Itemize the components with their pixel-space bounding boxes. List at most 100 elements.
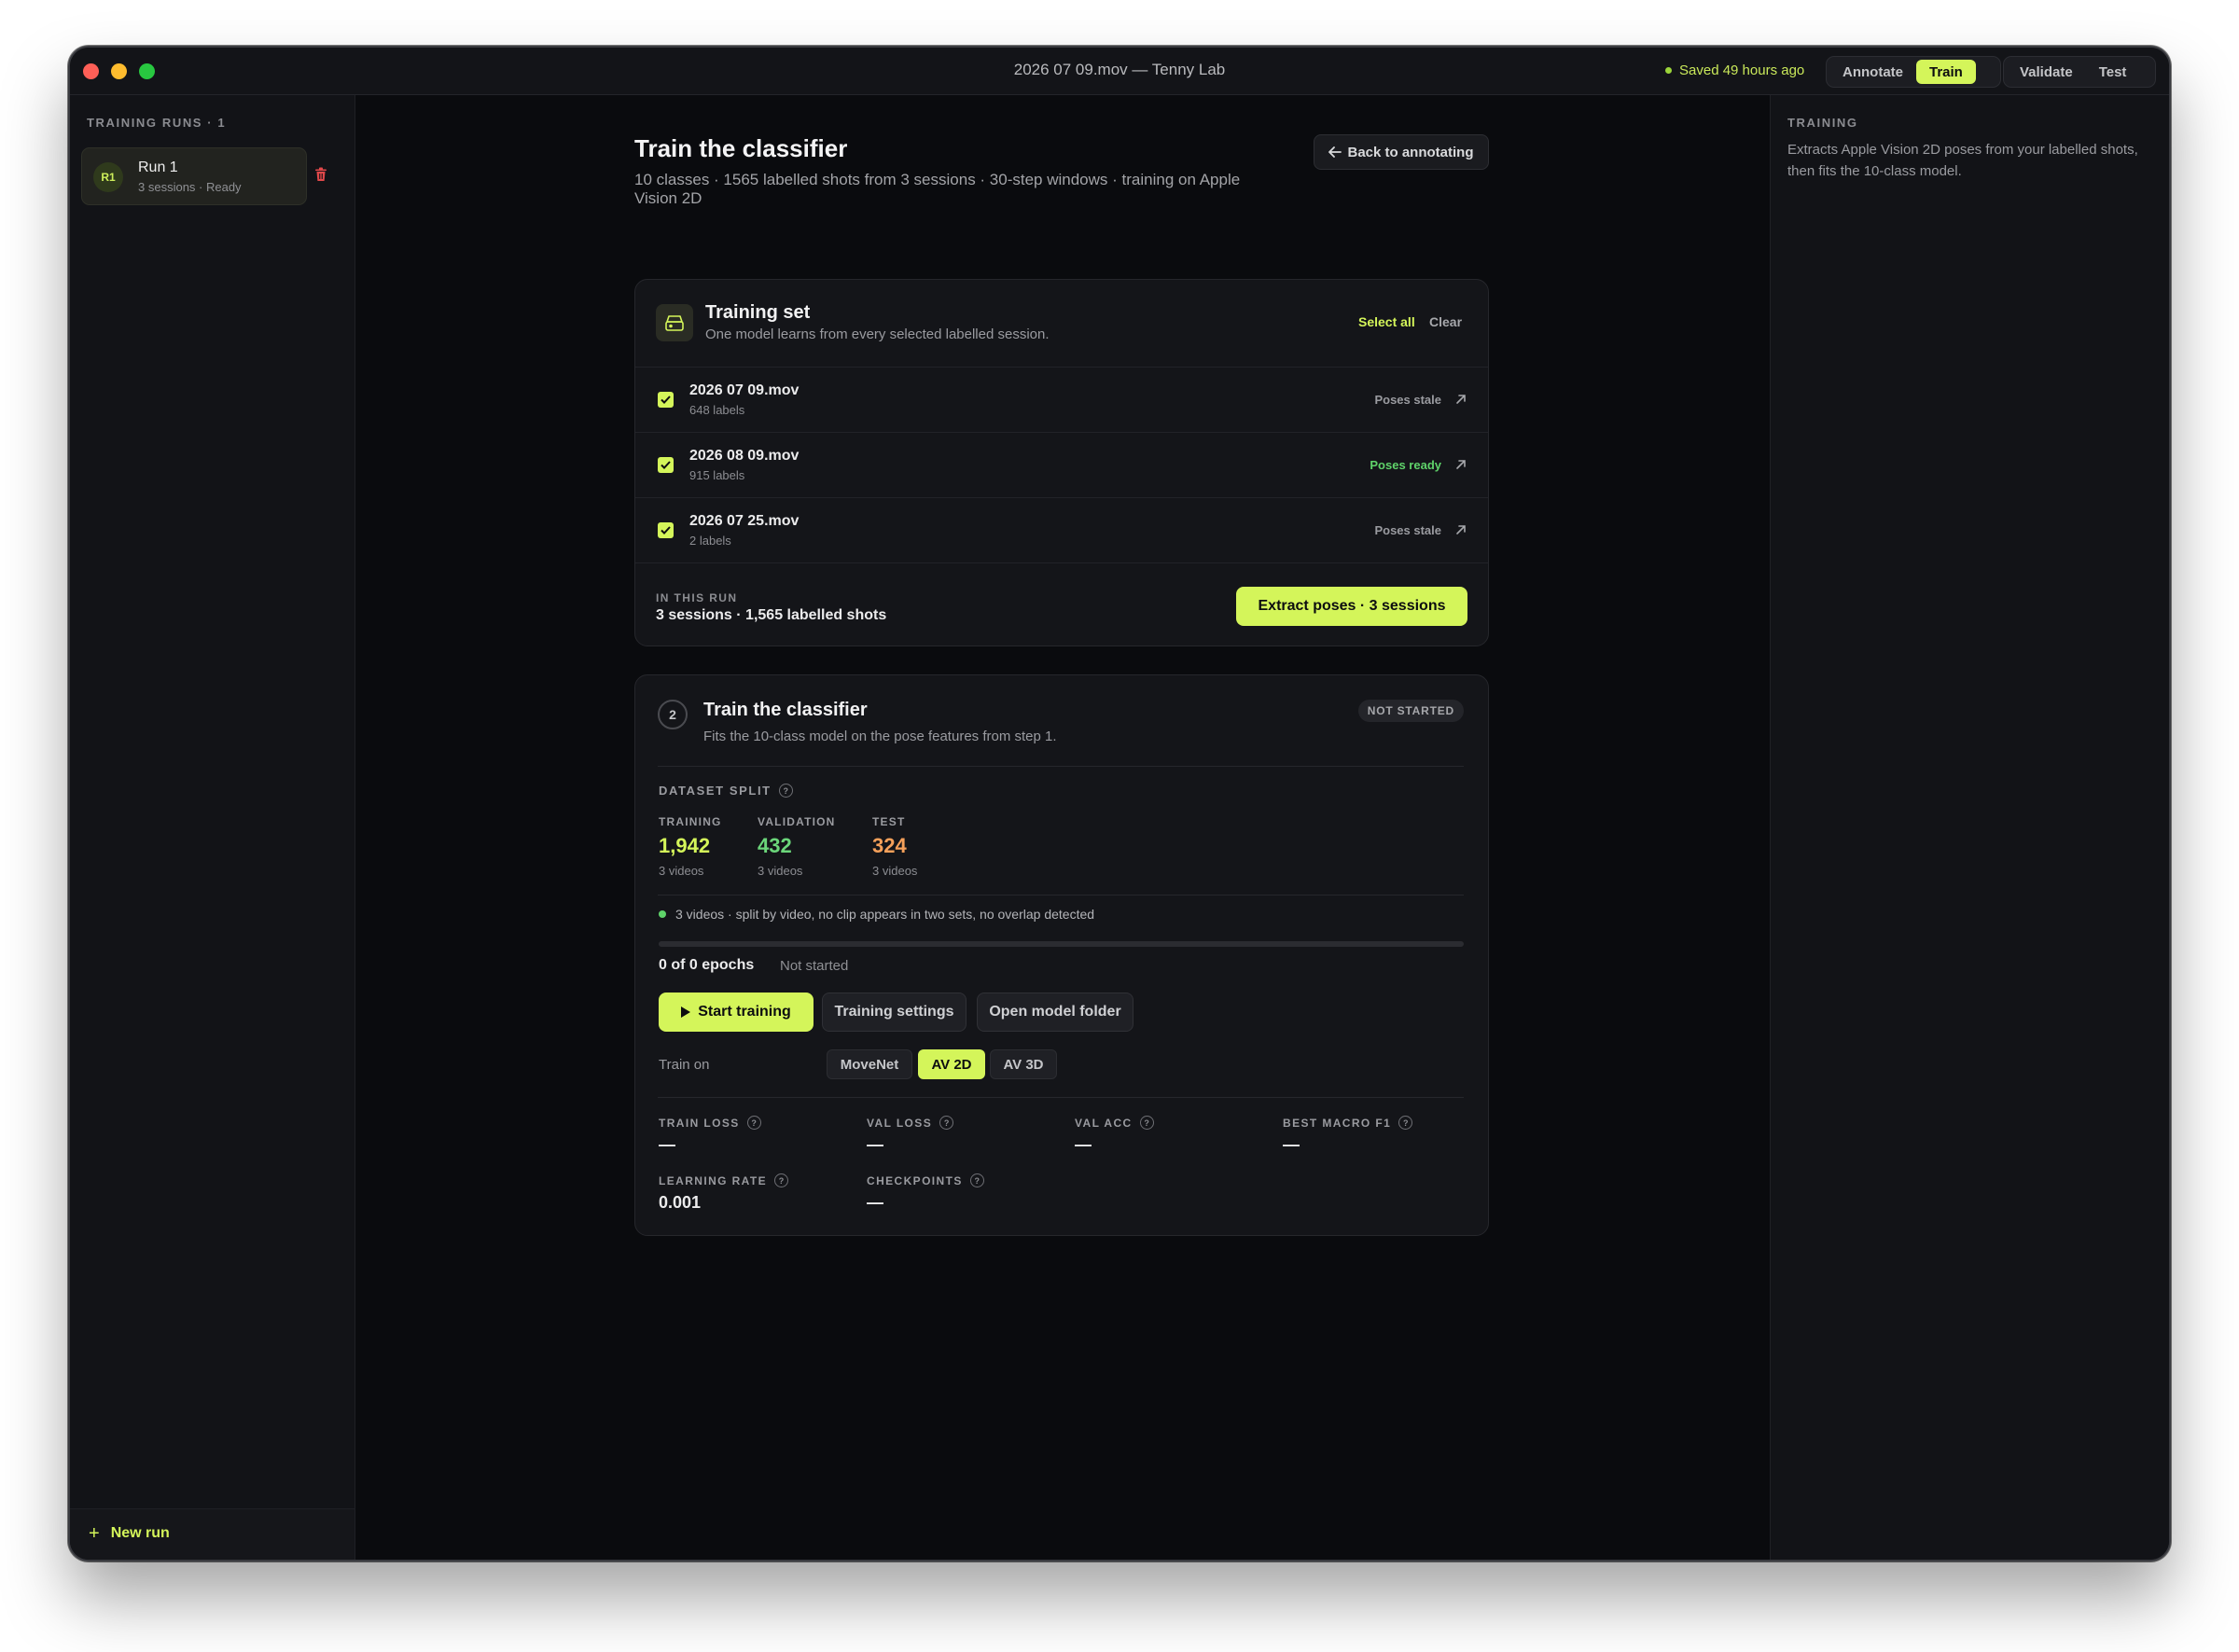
checkmark-icon [661, 526, 671, 534]
dataset-icon [656, 304, 693, 341]
epochs-counter: 0 of 0 epochs [659, 957, 755, 973]
train-on-movenet[interactable]: MoveNet [827, 1049, 912, 1079]
start-training-button[interactable]: Start training [659, 993, 814, 1032]
play-icon [681, 1006, 691, 1018]
select-all-button[interactable]: Select all [1358, 314, 1415, 329]
help-icon[interactable]: ? [778, 784, 793, 798]
open-external-icon[interactable] [1454, 523, 1467, 536]
delete-run-trash-icon[interactable] [314, 167, 327, 182]
metric-val-loss: VAL LOSS? — [867, 1116, 954, 1155]
saved-status: Saved 49 hours ago [1665, 62, 1804, 78]
ok-dot-icon [659, 910, 666, 918]
tab-test[interactable]: Test [2086, 60, 2140, 84]
step-title: Train the classifier [703, 700, 868, 720]
extract-poses-button[interactable]: Extract poses · 3 sessions [1236, 587, 1467, 626]
sidebar-heading: TRAINING RUNS · 1 [87, 116, 227, 130]
split-training: TRAINING 1,942 3 videos [659, 815, 722, 878]
session-checkbox[interactable] [658, 522, 674, 538]
session-checkbox[interactable] [658, 392, 674, 408]
pose-status: Poses ready [1370, 458, 1441, 472]
pose-status: Poses stale [1374, 393, 1441, 407]
new-run-label: New run [110, 1525, 170, 1541]
run-status: 3 sessions · Ready [138, 180, 242, 194]
training-settings-button[interactable]: Training settings [822, 993, 967, 1032]
metric-label: VAL ACC [1075, 1116, 1133, 1130]
metric-best-macro-f1: BEST MACRO F1? — [1283, 1116, 1413, 1155]
metric-value: 0.001 [659, 1193, 702, 1212]
training-set-card: Training set One model learns from every… [634, 279, 1489, 646]
info-panel-text: Extracts Apple Vision 2D poses from your… [1787, 142, 2138, 179]
metric-label: BEST MACRO F1 [1283, 1116, 1392, 1130]
back-to-annotating-button[interactable]: Back to annotating [1314, 134, 1489, 170]
metric-value: — [1283, 1135, 1300, 1154]
metric-train-loss: TRAIN LOSS? — [659, 1116, 761, 1155]
open-external-icon[interactable] [1454, 458, 1467, 471]
training-set-footer: IN THIS RUN 3 sessions · 1,565 labelled … [635, 562, 1488, 646]
title-bar: 2026 07 09.mov — Tenny Lab Saved 49 hour… [70, 48, 2169, 95]
metric-label: CHECKPOINTS [867, 1173, 963, 1187]
help-icon[interactable]: ? [1139, 1116, 1154, 1130]
train-classifier-card: 2 Train the classifier Fits the 10-class… [634, 674, 1489, 1236]
arrow-left-icon [1328, 146, 1342, 158]
page-subtitle: 10 classes · 1565 labelled shots from 3 … [634, 171, 1241, 207]
split-sub: 3 videos [872, 864, 918, 878]
session-row: 2026 08 09.mov 915 labels Poses ready [635, 432, 1488, 497]
open-external-icon[interactable] [1454, 393, 1467, 406]
metric-value: — [867, 1135, 883, 1154]
help-icon[interactable]: ? [939, 1116, 954, 1130]
divider [658, 1097, 1464, 1098]
session-checkbox[interactable] [658, 457, 674, 473]
training-progress-bar [659, 941, 1464, 947]
mode-switch-secondary: Validate Test [2003, 56, 2156, 88]
in-run-label: IN THIS RUN [656, 591, 738, 604]
runs-sidebar: TRAINING RUNS · 1 R1 Run 1 3 sessions · … [70, 95, 355, 1560]
split-value: 432 [758, 834, 792, 857]
app-window: 2026 07 09.mov — Tenny Lab Saved 49 hour… [68, 46, 2171, 1562]
split-note: 3 videos · split by video, no clip appea… [659, 907, 1094, 922]
checkmark-icon [661, 396, 671, 404]
help-icon[interactable]: ? [969, 1173, 984, 1187]
train-on-av-2d[interactable]: AV 2D [918, 1049, 985, 1079]
plus-icon: + [89, 1523, 100, 1544]
clear-button[interactable]: Clear [1429, 314, 1462, 329]
help-icon[interactable]: ? [1398, 1116, 1413, 1130]
session-row: 2026 07 09.mov 648 labels Poses stale [635, 367, 1488, 432]
session-label-count: 915 labels [689, 468, 745, 482]
split-test: TEST 324 3 videos [872, 815, 917, 878]
split-label: TRAINING [659, 815, 722, 828]
help-icon[interactable]: ? [773, 1173, 788, 1187]
help-icon[interactable]: ? [746, 1116, 761, 1130]
split-validation: VALIDATION 432 3 videos [758, 815, 836, 878]
session-name: 2026 07 25.mov [689, 513, 800, 529]
dataset-split-label: DATASET SPLIT [659, 784, 772, 798]
session-name: 2026 08 09.mov [689, 448, 800, 464]
metric-value: — [659, 1135, 675, 1154]
split-label: VALIDATION [758, 815, 836, 828]
step-number: 2 [658, 700, 688, 729]
metric-val-acc: VAL ACC? — [1075, 1116, 1154, 1155]
sidebar-item-run-1[interactable]: R1 Run 1 3 sessions · Ready [81, 147, 307, 205]
train-on-av-3d[interactable]: AV 3D [990, 1049, 1057, 1079]
split-note-text: 3 videos · split by video, no clip appea… [675, 907, 1095, 922]
status-badge: NOT STARTED [1357, 700, 1464, 722]
checkmark-icon [661, 461, 671, 469]
tab-annotate[interactable]: Annotate [1829, 60, 1916, 84]
mode-switch-primary: Annotate Train [1826, 56, 2001, 88]
sidebar-footer: + New run [70, 1508, 355, 1560]
new-run-button[interactable]: + New run [89, 1523, 170, 1544]
info-panel: TRAINING Extracts Apple Vision 2D poses … [1770, 95, 2169, 1560]
saved-dot-icon [1665, 67, 1672, 74]
metric-label: LEARNING RATE [659, 1173, 767, 1187]
session-name: 2026 07 09.mov [689, 382, 800, 398]
dataset-split-heading: DATASET SPLIT ? [659, 784, 793, 798]
metric-learning-rate: LEARNING RATE? 0.001 [659, 1173, 788, 1213]
tab-validate[interactable]: Validate [2007, 60, 2086, 84]
split-label: TEST [872, 815, 906, 828]
split-value: 324 [872, 834, 907, 857]
main-content: Train the classifier 10 classes · 1565 l… [356, 95, 1769, 1560]
tab-train[interactable]: Train [1916, 60, 1976, 84]
open-model-folder-button[interactable]: Open model folder [977, 993, 1133, 1032]
start-training-label: Start training [698, 1004, 791, 1020]
metric-checkpoints: CHECKPOINTS? — [867, 1173, 984, 1213]
metric-label: TRAIN LOSS [659, 1116, 740, 1130]
